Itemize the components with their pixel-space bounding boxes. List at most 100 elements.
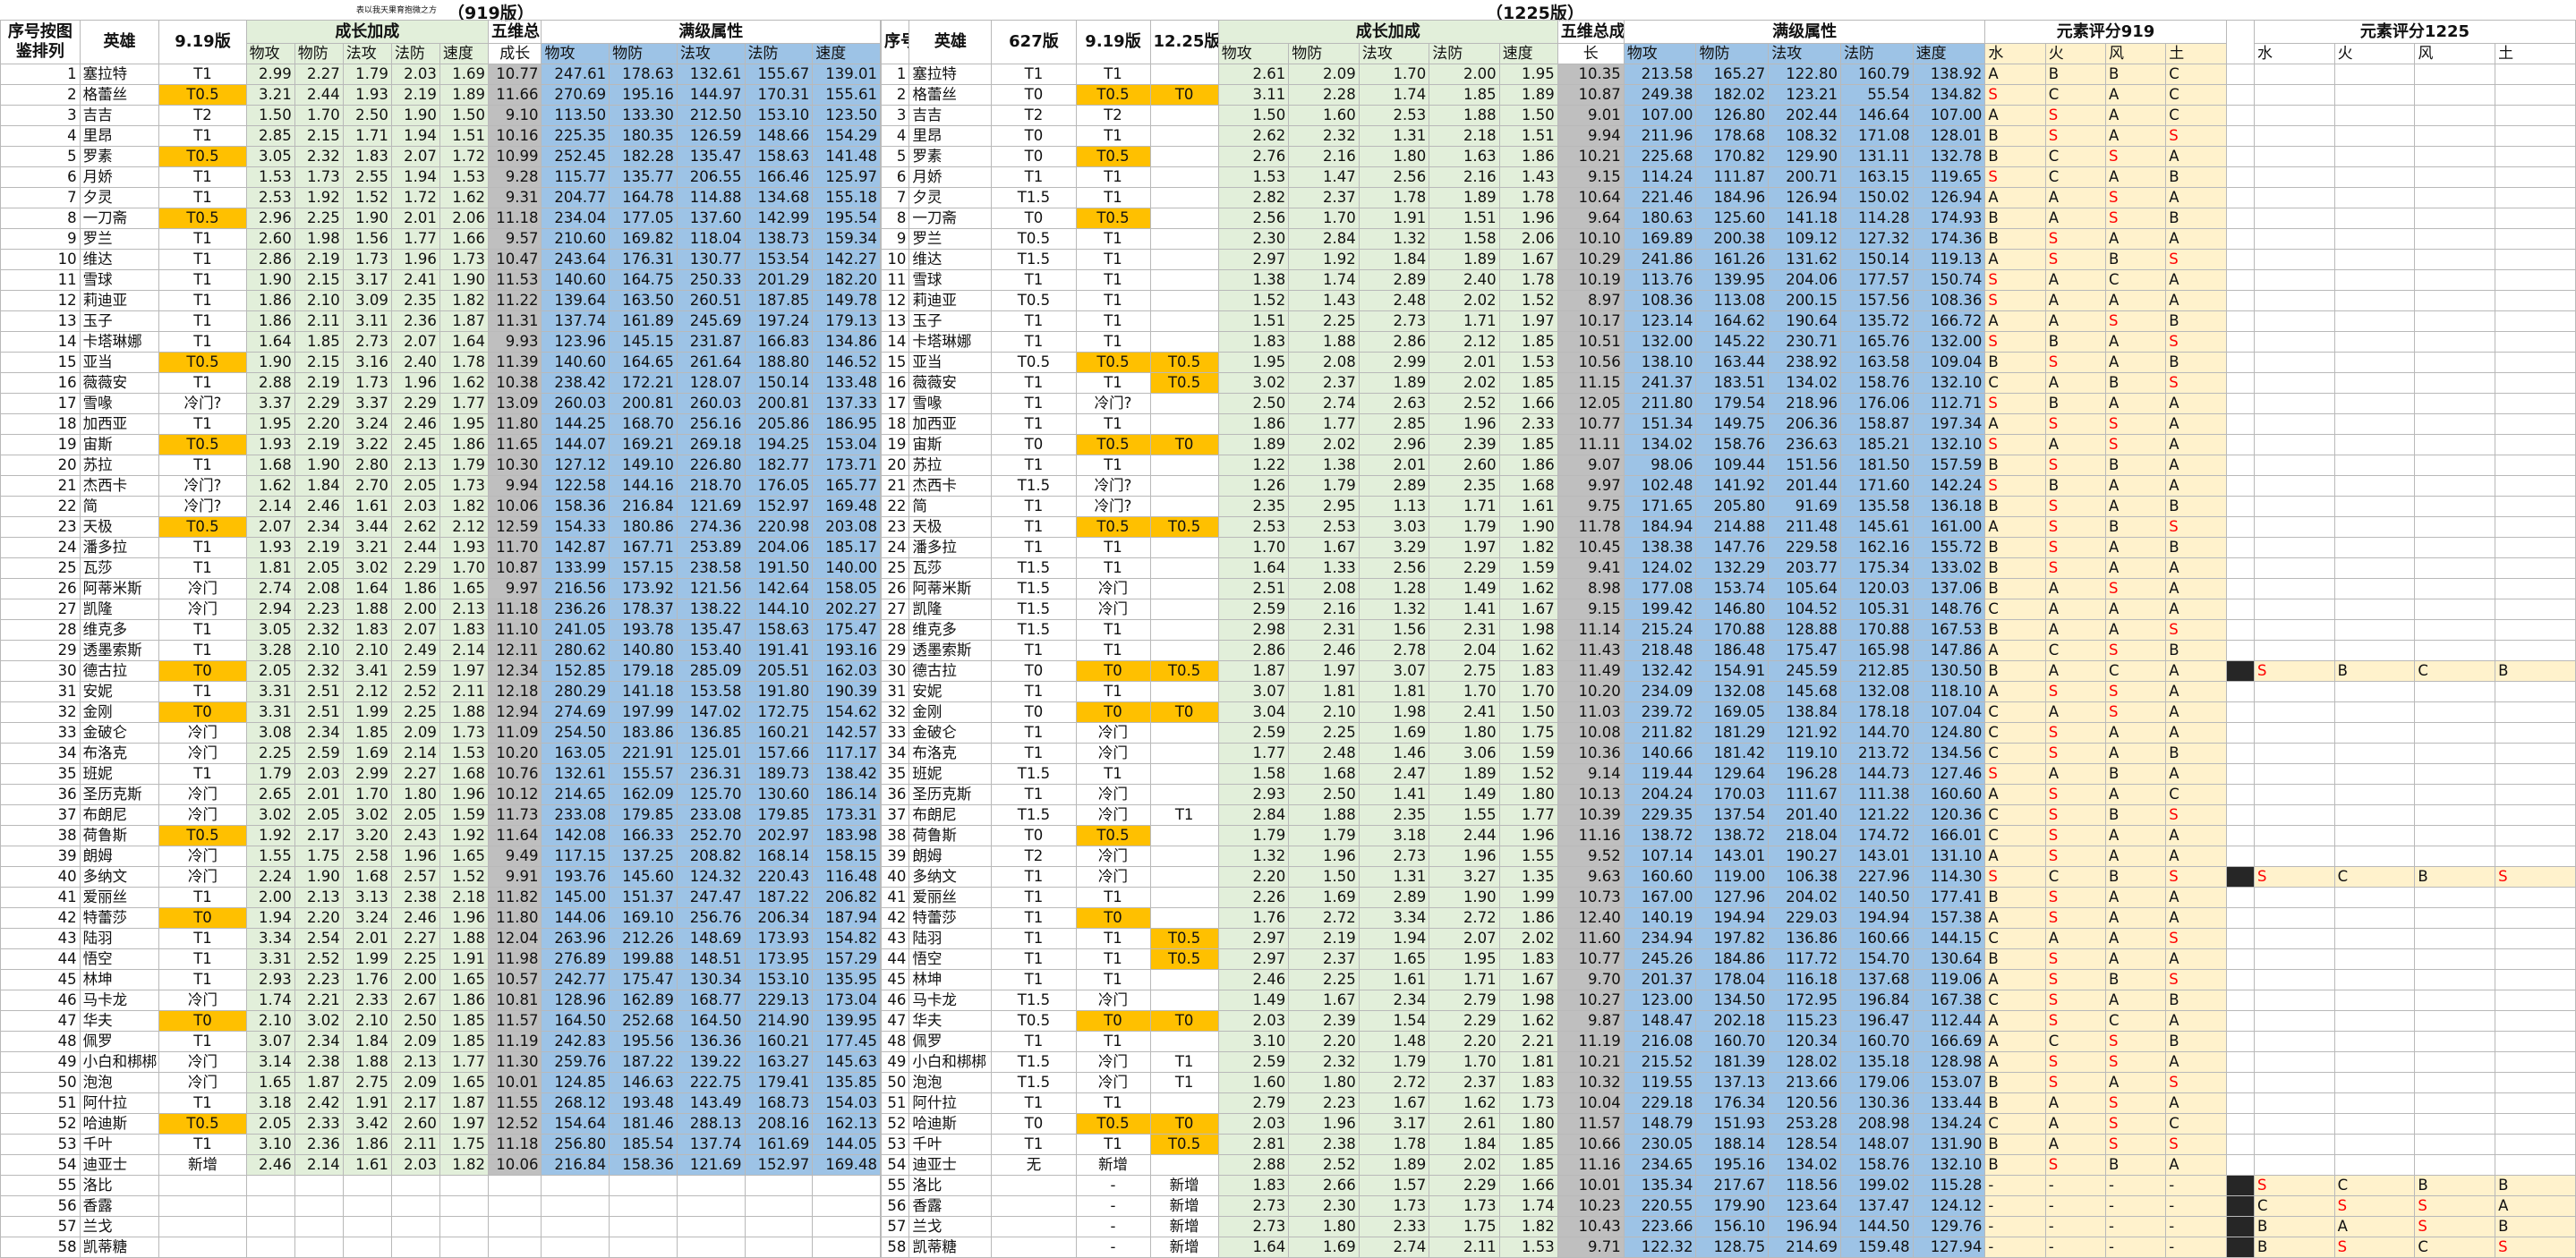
full-value: 180.63 <box>1623 208 1697 229</box>
five-total: 9.64 <box>1557 208 1625 229</box>
growth-value: 1.87 <box>439 1092 489 1114</box>
growth-value: 1.94 <box>390 166 440 188</box>
hero-name: 马卡龙 <box>908 990 993 1011</box>
five-total: 11.64 <box>487 825 542 846</box>
five-total: 10.08 <box>1557 722 1625 744</box>
table-row: 48 佩罗 T1 T1 3.10 2.20 1.48 2.20 2.21 11.19 216.08 1… <box>880 1031 2576 1052</box>
table-row: 20 苏拉 T1 1.68 1.90 2.80 2.13 1.79 10.30 127.12 149… <box>0 455 881 476</box>
element-score-919: A <box>2104 887 2167 908</box>
tier-919: T1 <box>158 290 247 311</box>
growth-value: 1.73 <box>439 475 489 497</box>
element-score-1225 <box>2414 846 2496 867</box>
row-marker <box>2225 1237 2255 1258</box>
tier-919: T0.5 <box>1075 434 1151 455</box>
row-number: 42 <box>880 907 910 929</box>
element-score-919: B <box>2165 496 2227 517</box>
hero-name: 香露 <box>79 1195 160 1217</box>
element-score-919: A <box>2165 413 2227 435</box>
growth-value: 1.67 <box>1288 990 1360 1011</box>
growth-value: 1.70 <box>1358 64 1430 85</box>
growth-value: 1.63 <box>1429 146 1500 167</box>
row-number: 49 <box>880 1051 910 1073</box>
row-number: 20 <box>0 455 81 476</box>
tier-919: T1 <box>158 640 247 661</box>
growth-value: 1.80 <box>390 784 440 805</box>
gap-cell <box>2225 1051 2255 1073</box>
row-number: 52 <box>880 1113 910 1135</box>
element-score-919: S <box>2044 1072 2106 1093</box>
gap-cell <box>2225 1092 2255 1114</box>
full-value: 123.96 <box>541 331 610 353</box>
full-value: 211.82 <box>1623 722 1697 744</box>
full-value: 280.62 <box>541 640 610 661</box>
element-score-1225 <box>2414 125 2496 147</box>
growth-value: 3.44 <box>342 516 392 538</box>
full-value: 179.85 <box>609 804 678 826</box>
element-score-919: C <box>1984 1113 2046 1135</box>
full-value: 216.84 <box>541 1154 610 1176</box>
growth-value: 3.07 <box>1358 660 1430 682</box>
subheader-full: 法攻 <box>676 43 746 64</box>
full-value: 158.36 <box>609 1154 678 1176</box>
hero-name: 多纳文 <box>79 866 160 888</box>
element-score-1225 <box>2495 1134 2576 1155</box>
gap-cell <box>2225 208 2255 229</box>
element-score-919: B <box>1984 887 2046 908</box>
full-value: 259.76 <box>541 1051 610 1073</box>
table-row: 26 阿蒂米斯 T1.5 冷门 2.51 2.08 1.28 1.49 1.62 8.98 177.… <box>880 578 2576 599</box>
row-number: 1 <box>880 64 910 85</box>
growth-value: 3.22 <box>342 434 392 455</box>
full-value: 174.93 <box>1912 208 1986 229</box>
element-score-919: S <box>2165 331 2227 353</box>
element-score-919: A <box>1984 1051 2046 1073</box>
tier-627: T0 <box>991 660 1077 682</box>
tier-1225 <box>1149 825 1219 846</box>
growth-value: 1.90 <box>294 866 344 888</box>
gap-cell <box>2225 969 2255 990</box>
full-value: 197.34 <box>1912 413 1986 435</box>
row-marker <box>2225 1175 2255 1196</box>
row-number: 12 <box>0 290 81 311</box>
five-total: 11.65 <box>487 434 542 455</box>
growth-value <box>342 1237 392 1258</box>
tier-627: T1 <box>991 948 1077 970</box>
growth-value: 1.67 <box>1498 969 1558 990</box>
growth-value: 2.34 <box>294 1031 344 1052</box>
full-value: 176.06 <box>1839 393 1914 414</box>
full-value: 158.76 <box>1695 434 1770 455</box>
row-number: 7 <box>0 187 81 208</box>
growth-value: 3.18 <box>1358 825 1430 846</box>
growth-value: 2.13 <box>294 887 344 908</box>
table-row: 44 悟空 T1 T1 T0.5 2.97 2.37 1.65 1.95 1.83 10.77 245… <box>880 948 2576 970</box>
five-total: 10.12 <box>487 784 542 805</box>
element-score-919: - <box>2104 1216 2167 1237</box>
tier-919: T0.5 <box>1075 352 1151 373</box>
five-total: 10.04 <box>1557 1092 1625 1114</box>
full-value: 117.15 <box>541 846 610 867</box>
full-value: 153.04 <box>812 434 881 455</box>
row-number: 43 <box>880 928 910 949</box>
element-score-919: S <box>1984 763 2046 785</box>
element-score-1225 <box>2495 907 2576 929</box>
element-score-1225 <box>2253 1072 2335 1093</box>
element-score-1225 <box>2414 146 2496 167</box>
full-value: 119.06 <box>1912 969 1986 990</box>
gap-cell <box>2225 763 2255 785</box>
row-number: 29 <box>880 640 910 661</box>
growth-value: 2.20 <box>1288 1031 1360 1052</box>
full-value: 233.08 <box>676 804 746 826</box>
element-score-1225 <box>2253 887 2335 908</box>
full-value: 173.95 <box>744 948 814 970</box>
tier-919: 冷门? <box>158 393 247 414</box>
five-total: 10.66 <box>1557 1134 1625 1155</box>
tier-1225 <box>1149 105 1219 126</box>
element-score-1225: A <box>2495 1195 2576 1217</box>
growth-value: 1.80 <box>1429 722 1500 744</box>
full-value: 108.32 <box>1768 125 1841 147</box>
full-value: 190.64 <box>1768 310 1841 332</box>
tier-1225 <box>1149 640 1219 661</box>
growth-value: 1.68 <box>1288 763 1360 785</box>
full-value: 227.96 <box>1839 866 1914 888</box>
growth-value: 1.86 <box>1498 907 1558 929</box>
full-value: 140.60 <box>541 352 610 373</box>
